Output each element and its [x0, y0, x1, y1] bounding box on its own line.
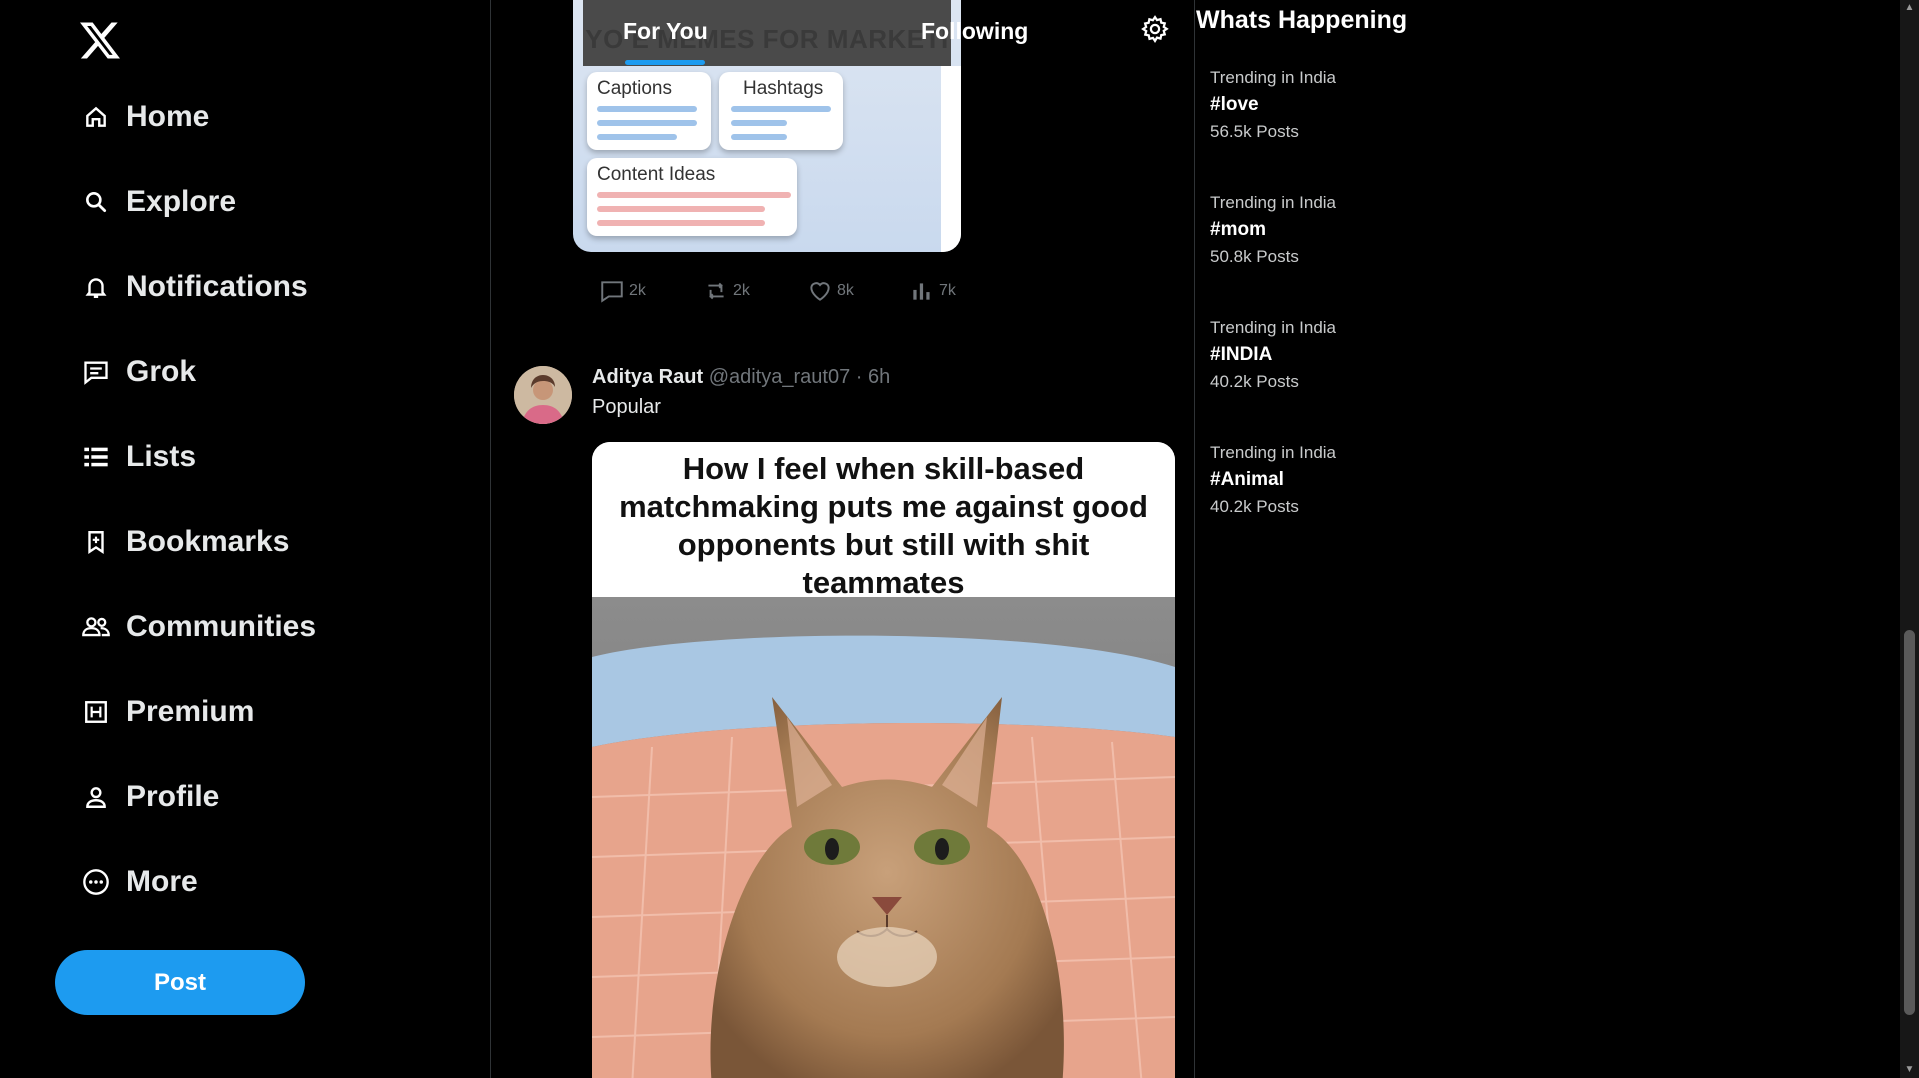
scrollbar-thumb[interactable] — [1904, 630, 1915, 1015]
whats-happening-title: Whats Happening — [1196, 6, 1408, 34]
bookmark-icon — [80, 526, 112, 558]
nav-item-label: Premium — [126, 695, 255, 728]
nav-item-label: Explore — [126, 185, 237, 218]
card-line — [731, 106, 831, 112]
nav-item-label: Profile — [126, 780, 220, 813]
separator: · — [855, 366, 863, 388]
media-card-hashtags: Hashtags — [719, 72, 843, 150]
trend-item[interactable]: Trending in India #INDIA 40.2k Posts — [1210, 318, 1510, 392]
premium-icon — [80, 696, 112, 728]
card-line — [597, 134, 677, 140]
avatar[interactable] — [514, 366, 572, 424]
trend-context: Trending in India — [1210, 318, 1337, 337]
nav-item-more[interactable]: More — [80, 857, 198, 907]
card-line — [597, 192, 791, 198]
trend-count: 56.5k Posts — [1210, 122, 1299, 141]
card-title: Content Ideas — [597, 164, 716, 185]
trend-tag: #Animal — [1210, 469, 1284, 490]
cat-photo — [592, 597, 1175, 1078]
nav-item-notifications[interactable]: Notifications — [80, 262, 308, 312]
trend-context: Trending in India — [1210, 443, 1337, 462]
heart-icon — [810, 282, 830, 301]
reply-icon — [601, 281, 623, 303]
nav-item-lists[interactable]: Lists — [80, 432, 196, 482]
post-time[interactable]: 6h — [868, 366, 890, 388]
reply-button[interactable]: 2k — [598, 278, 646, 304]
nav-item-label: Notifications — [126, 270, 308, 303]
feed-column: YO E MEMES FOR MARKETI Captions Hashtags… — [492, 0, 1195, 1078]
nav-item-label: Bookmarks — [126, 525, 290, 558]
trend-item[interactable]: Trending in India #mom 50.8k Posts — [1210, 193, 1510, 267]
bar-chart-icon — [913, 283, 930, 300]
right-sidebar: Whats Happening Trending in India #love … — [1196, 0, 1896, 1078]
like-count: 8k — [837, 282, 854, 299]
media-card-captions: Captions — [587, 72, 711, 150]
card-title: Hashtags — [743, 78, 824, 99]
nav-item-bookmarks[interactable]: Bookmarks — [80, 517, 289, 567]
nav-item-home[interactable]: Home — [80, 92, 209, 142]
card-line — [597, 106, 697, 112]
nav-item-label: Communities — [126, 610, 317, 643]
post-button[interactable]: Post — [55, 950, 305, 1015]
active-tab-indicator — [625, 60, 705, 65]
communities-icon — [80, 611, 112, 643]
tab-for-you[interactable]: For You — [623, 18, 708, 45]
repost-icon — [708, 282, 724, 300]
author-name[interactable]: Aditya Raut — [592, 366, 703, 388]
trend-tag: #love — [1210, 94, 1259, 115]
nav-item-label: Grok — [126, 355, 197, 388]
more-icon — [80, 866, 112, 898]
card-line — [731, 134, 787, 140]
nav-item-label: More — [126, 865, 198, 898]
author-handle[interactable]: @aditya_raut07 — [709, 366, 851, 388]
trend-tag: #mom — [1210, 219, 1266, 240]
repost-count: 2k — [733, 282, 750, 299]
home-icon — [80, 101, 112, 133]
trend-count: 50.8k Posts — [1210, 247, 1299, 266]
trend-context: Trending in India — [1210, 193, 1337, 212]
nav-item-label: Home — [126, 100, 210, 133]
views-count: 7k — [939, 282, 956, 299]
nav-item-label: Lists — [126, 440, 197, 473]
gear-icon[interactable] — [1140, 14, 1174, 48]
list-icon — [80, 441, 112, 473]
page-scrollbar[interactable]: ▲ ▼ — [1900, 0, 1919, 1078]
meme-caption: How I feel when skill-based matchmaking … — [592, 442, 1175, 600]
card-line — [731, 120, 787, 126]
nav-item-explore[interactable]: Explore — [80, 177, 236, 227]
grok-icon — [80, 356, 112, 388]
media-card-content-ideas: Content Ideas — [587, 158, 797, 236]
scroll-up-arrow-icon[interactable]: ▲ — [1904, 2, 1915, 14]
views-button[interactable]: 7k — [908, 278, 956, 304]
card-title: Captions — [597, 78, 672, 99]
person-icon — [80, 781, 112, 813]
repost-button[interactable]: 2k — [702, 278, 750, 304]
card-line — [597, 120, 697, 126]
bell-icon — [80, 271, 112, 303]
trend-context: Trending in India — [1210, 68, 1337, 87]
trend-item[interactable]: Trending in India #love 56.5k Posts — [1210, 68, 1510, 142]
reply-count: 2k — [629, 282, 646, 299]
post-media-image[interactable]: How I feel when skill-based matchmaking … — [592, 442, 1175, 1078]
x-logo-icon[interactable] — [80, 20, 120, 60]
scroll-down-arrow-icon[interactable]: ▼ — [1904, 1064, 1915, 1076]
like-button[interactable]: 8k — [806, 278, 854, 304]
nav-item-profile[interactable]: Profile — [80, 772, 219, 822]
left-sidebar: Home Explore Notifications Grok Lists Bo… — [0, 0, 491, 1078]
card-line — [597, 206, 765, 212]
nav-item-communities[interactable]: Communities — [80, 602, 316, 652]
nav-item-premium[interactable]: Premium — [80, 687, 254, 737]
trend-item[interactable]: Trending in India #Animal 40.2k Posts — [1210, 443, 1510, 517]
nav-item-grok[interactable]: Grok — [80, 347, 196, 397]
trend-count: 40.2k Posts — [1210, 497, 1299, 516]
media-edge — [941, 66, 961, 252]
tab-following[interactable]: Following — [921, 18, 1028, 45]
post-text: Popular — [592, 396, 661, 418]
trend-count: 40.2k Posts — [1210, 372, 1299, 391]
search-icon — [80, 186, 112, 218]
post-author-line: Aditya Raut @aditya_raut07 · 6h — [592, 366, 890, 389]
feed-tabs: For You Following — [492, 0, 1194, 66]
card-line — [597, 220, 765, 226]
trend-tag: #INDIA — [1210, 344, 1273, 365]
